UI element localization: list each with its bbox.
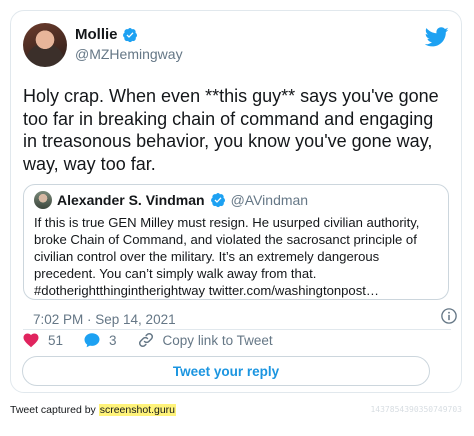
quoted-avatar <box>34 191 52 209</box>
twitter-bird-icon[interactable] <box>425 25 449 49</box>
verified-badge-icon <box>210 193 225 208</box>
like-count: 51 <box>48 332 64 348</box>
footer-brand[interactable]: screenshot.guru <box>98 404 177 416</box>
copy-link-label: Copy link to Tweet <box>162 332 273 348</box>
author-block[interactable]: Mollie @MZHemingway <box>75 26 183 62</box>
verified-badge-icon <box>122 27 137 42</box>
action-bar: 51 3 Copy link to Tweet <box>22 331 293 349</box>
tweet-text: Holy crap. When even **this guy** says y… <box>23 86 439 174</box>
reply-action[interactable]: 3 <box>83 331 117 349</box>
capture-footer: Tweet captured by screenshot.guru <box>10 404 177 416</box>
like-button[interactable]: 51 <box>22 331 63 349</box>
author-handle[interactable]: @MZHemingway <box>75 46 183 62</box>
author-name[interactable]: Mollie <box>75 26 118 43</box>
info-icon[interactable] <box>440 307 458 325</box>
footer-prefix: Tweet captured by <box>10 404 99 416</box>
quoted-text: If this is true GEN Milley must resign. … <box>34 215 420 298</box>
quoted-author-name: Alexander S. Vindman <box>57 192 205 208</box>
tweet-your-reply-button[interactable]: Tweet your reply <box>22 356 430 386</box>
divider <box>23 329 451 330</box>
reply-bubble-icon <box>84 333 100 348</box>
heart-icon <box>23 333 39 348</box>
quoted-tweet[interactable]: Alexander S. Vindman @AVindman If this i… <box>23 184 449 300</box>
reply-count: 3 <box>109 332 117 348</box>
tweet-id: 1437854390350749703 <box>370 405 462 414</box>
avatar[interactable] <box>23 23 67 67</box>
tweet-timestamp[interactable]: 7:02 PM · Sep 14, 2021 <box>33 312 176 327</box>
copy-link-button[interactable]: Copy link to Tweet <box>137 331 273 349</box>
link-icon <box>138 332 153 348</box>
quoted-author-handle: @AVindman <box>230 192 309 208</box>
